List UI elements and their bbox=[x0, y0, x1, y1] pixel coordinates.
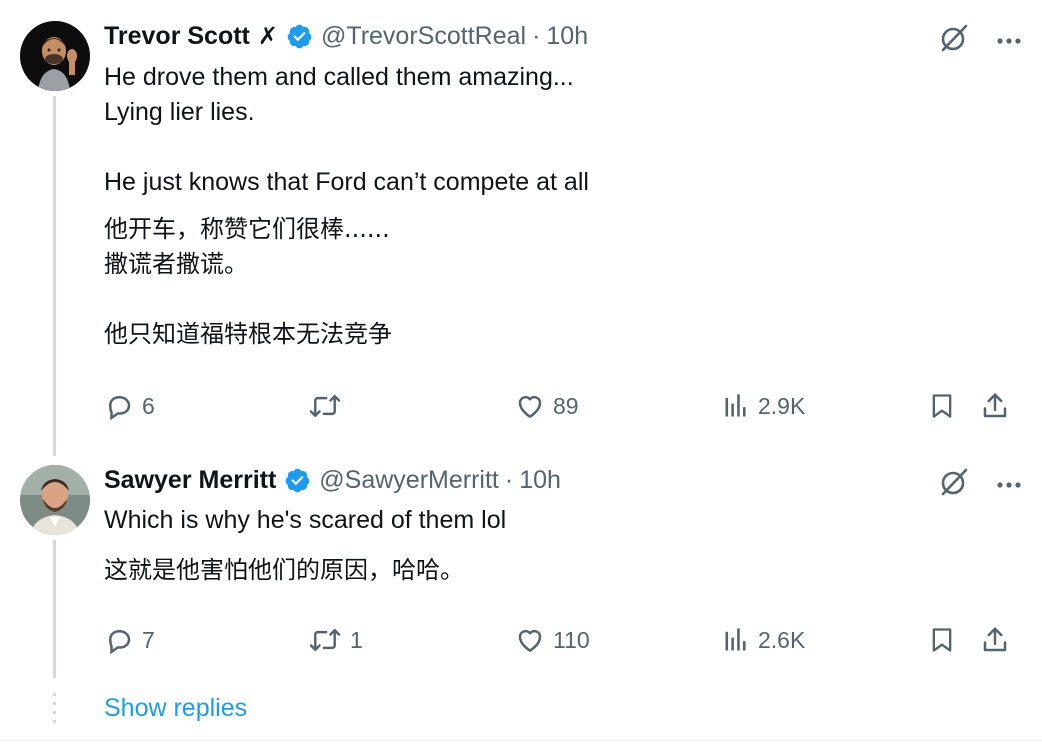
views-icon bbox=[722, 626, 750, 654]
share-icon bbox=[980, 625, 1010, 655]
tweet-actions: 6 89 2.9K bbox=[104, 386, 1014, 426]
author-name[interactable]: Sawyer Merritt bbox=[104, 466, 276, 495]
author-name[interactable]: Trevor Scott bbox=[104, 22, 250, 51]
tweet-top-actions bbox=[938, 22, 1022, 59]
views-count: 2.6K bbox=[758, 626, 806, 653]
reply-button[interactable]: 7 bbox=[104, 620, 155, 660]
author-handle[interactable]: @TrevorScottReal bbox=[321, 22, 526, 51]
reply-icon bbox=[104, 391, 134, 421]
grok-icon[interactable] bbox=[938, 22, 970, 59]
thread-dotted-line bbox=[53, 693, 56, 723]
retweet-icon bbox=[308, 625, 342, 655]
tweet-translation: 这就是他害怕他们的原因，哈哈。 bbox=[104, 556, 464, 584]
name-suffix: ✗ bbox=[257, 23, 278, 50]
views-button[interactable]: 2.6K bbox=[722, 620, 805, 660]
bookmark-button[interactable] bbox=[928, 620, 956, 660]
like-button[interactable]: 89 bbox=[515, 386, 579, 426]
avatar[interactable] bbox=[20, 465, 90, 535]
avatar[interactable] bbox=[20, 21, 90, 91]
bearded-man-avatar-icon bbox=[20, 465, 90, 535]
tweet-header: Sawyer Merritt @SawyerMerritt · 10h bbox=[104, 466, 561, 495]
reply-count: 7 bbox=[142, 626, 155, 653]
reply-count: 6 bbox=[142, 392, 155, 419]
bookmark-icon bbox=[928, 625, 956, 655]
share-icon bbox=[980, 391, 1010, 421]
more-icon[interactable] bbox=[996, 476, 1022, 494]
tweet[interactable]: Sawyer Merritt @SawyerMerritt · 10h Whic… bbox=[0, 460, 1042, 690]
like-icon bbox=[515, 625, 545, 655]
tweet-translation: 他开车，称赞它们很棒...... 撒谎者撒谎。 他只知道福特根本无法竞争 bbox=[104, 215, 392, 348]
author-handle[interactable]: @SawyerMerritt bbox=[319, 466, 499, 495]
grok-icon[interactable] bbox=[938, 466, 970, 503]
verified-badge-icon bbox=[284, 467, 311, 494]
views-icon bbox=[722, 392, 750, 420]
timestamp[interactable]: 10h bbox=[519, 466, 561, 495]
reply-button[interactable]: 6 bbox=[104, 386, 155, 426]
bookmark-icon bbox=[928, 391, 956, 421]
separator: · bbox=[532, 22, 541, 50]
divider bbox=[0, 740, 1042, 741]
separator: · bbox=[504, 466, 514, 494]
thread-connector-line bbox=[53, 540, 56, 678]
views-button[interactable]: 2.9K bbox=[722, 386, 805, 426]
retweet-count: 1 bbox=[350, 626, 363, 653]
reply-icon bbox=[104, 625, 134, 655]
waving-man-avatar-icon bbox=[20, 21, 90, 91]
share-button[interactable] bbox=[980, 620, 1010, 660]
like-count: 110 bbox=[553, 626, 590, 653]
like-count: 89 bbox=[553, 392, 579, 419]
retweet-button[interactable]: 1 bbox=[308, 620, 363, 660]
more-icon[interactable] bbox=[996, 32, 1022, 50]
verified-badge-icon bbox=[286, 23, 313, 50]
retweet-icon bbox=[308, 391, 342, 421]
tweet-actions: 7 1 110 2.6K bbox=[104, 620, 1014, 660]
timestamp[interactable]: 10h bbox=[546, 22, 588, 51]
bookmark-button[interactable] bbox=[928, 386, 956, 426]
retweet-button[interactable] bbox=[308, 386, 350, 426]
tweet-top-actions bbox=[938, 466, 1022, 503]
tweet[interactable]: Trevor Scott ✗ @TrevorScottReal · 10h He… bbox=[0, 0, 1042, 460]
views-count: 2.9K bbox=[758, 392, 806, 419]
show-replies-link[interactable]: Show replies bbox=[104, 694, 247, 723]
tweet-text: Which is why he's scared of them lol bbox=[104, 506, 507, 534]
tweet-text: He drove them and called them amazing...… bbox=[104, 63, 589, 196]
tweet-header: Trevor Scott ✗ @TrevorScottReal · 10h bbox=[104, 22, 588, 51]
like-button[interactable]: 110 bbox=[515, 620, 590, 660]
share-button[interactable] bbox=[980, 386, 1010, 426]
thread-connector-line bbox=[53, 96, 56, 456]
like-icon bbox=[515, 391, 545, 421]
conversation-thread: Trevor Scott ✗ @TrevorScottReal · 10h He… bbox=[0, 0, 1042, 748]
